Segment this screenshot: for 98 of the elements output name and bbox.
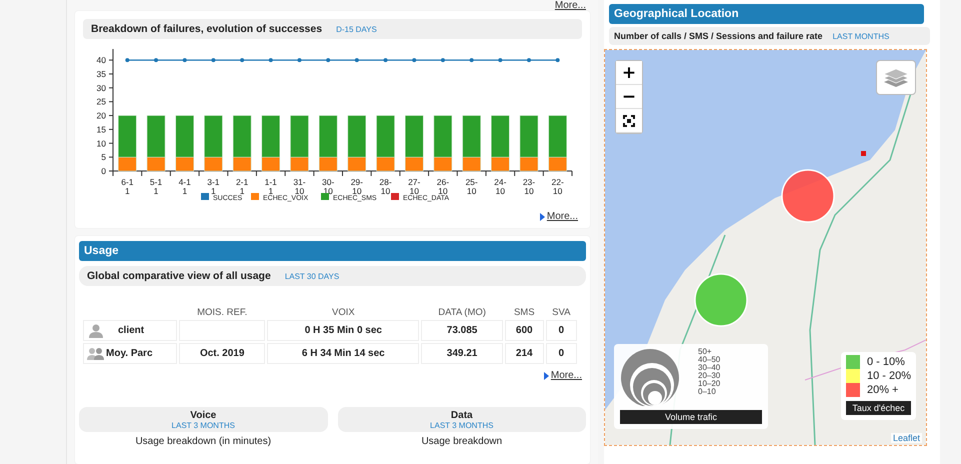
x-tick-label: 2-11 [236,177,248,196]
column-header: VOIX [332,306,355,318]
legend-label: 20% + [866,384,898,396]
x-tick-label: 1-11 [264,177,277,196]
data-point [297,58,302,62]
period-label: LAST 3 MONTHS [430,421,494,430]
table-cell: 6 H 34 Min 14 sec [267,343,420,364]
column-header: SVA [552,306,570,318]
x-tick-label: 27-10 [408,177,420,196]
section-title: Breakdown of failures, evolution of successes [91,23,322,35]
data-point [440,58,445,62]
table-cell: 0 H 35 Min 0 sec [267,320,420,341]
data-point [526,58,531,62]
zoom-in-button[interactable]: + [616,61,642,85]
x-tick-label: 24-10 [494,177,506,196]
data-point [556,58,560,62]
layers-icon [883,66,909,88]
table-cell: 600 [504,320,544,341]
arrow-icon [540,212,545,220]
x-tick-label: 31-10 [293,177,306,196]
panel-title: Voice [190,410,216,421]
legend-swatch [391,193,399,200]
more-link[interactable]: More... [546,211,578,222]
y-tick-label: 5 [101,152,106,162]
y-tick-label: 0 [101,166,106,176]
x-tick-label: 25-10 [465,177,478,196]
y-tick-label: 10 [96,138,106,148]
attribution-link[interactable]: Leaflet [890,433,922,443]
x-tick-label: 5-11 [150,177,162,196]
data-point [211,58,216,62]
period-label: LAST 3 MONTHS [172,421,235,430]
x-tick-label: 4-11 [178,177,191,196]
legend-label: 10 - 20% [866,370,911,382]
data-point [240,58,244,62]
data-point [125,58,130,62]
data-point [182,58,187,62]
x-tick-label: 23-10 [522,177,536,196]
people-icon [86,346,106,360]
table-cell: 0 [546,343,577,364]
column-header: DATA (MO) [438,306,486,318]
table-cell: 73.085 [421,320,503,341]
table-cell: 349.21 [421,343,503,364]
arrow-icon [544,372,549,380]
data-point [354,58,359,62]
panel-title: Data [450,410,473,421]
y-tick-label: 20 [96,110,106,121]
legend-title: Volume trafic [620,410,762,424]
data-point [326,58,330,62]
x-tick-label: 26-10 [436,177,450,196]
legend-swatch [321,193,329,200]
more-link[interactable]: More... [550,370,582,381]
table-cell: Oct. 2019 [179,343,266,364]
y-tick-label: 40 [96,55,106,66]
panel-caption: Usage breakdown (in minutes) [135,436,272,447]
data-point [498,58,502,62]
y-tick-label: 35 [96,68,106,79]
fullscreen-icon [623,114,635,126]
legend-label: 20–30 [698,372,720,380]
legend-label: 50+ [698,348,713,356]
section-title: Usage [84,245,119,257]
legend-swatch [251,193,259,200]
row-label: client [118,325,144,336]
y-tick-label: 15 [96,124,106,134]
x-tick-label: 22-10 [552,177,564,196]
period-label: LAST 30 DAYS [284,272,340,280]
x-tick-label: 28-10 [379,177,392,196]
map-view[interactable]: + − 50+ 40–50 30–40 20–30 10–20 0–10 Volume trafic 0 - 10% 10 - 20% 20% + Taux d'échec Leaflet [604,49,927,446]
column-header: MOIS. REF. [197,306,248,318]
row-label: Moy. Parc [106,348,152,359]
data-point [412,58,416,62]
data-point [154,58,158,62]
layers-button[interactable] [876,60,916,95]
more-link[interactable]: More... [554,0,586,11]
section-title: Geographical Location [614,8,739,20]
data-point [384,58,388,62]
legend-swatch [201,193,209,200]
x-tick-label: 6-11 [121,177,134,196]
panel-caption: Usage breakdown [421,436,502,447]
legend-label: 0–10 [698,388,717,396]
data-point [268,58,273,62]
section-title: Number of calls / SMS / Sessions and failure rate [614,31,823,41]
table-cell: 214 [504,343,544,364]
legend-label: 40–50 [698,356,720,364]
legend-label: 10–20 [698,380,720,388]
section-title: Global comparative view of all usage [87,270,271,282]
y-tick-label: 25 [96,96,106,107]
period-label: LAST MONTHS [832,32,890,40]
period-label: D-15 DAYS [336,24,377,34]
x-tick-label: 3-11 [207,177,220,196]
table-cell: 0 [546,320,577,341]
legend-label: 0 - 10% [866,356,905,368]
x-tick-label: 29-10 [350,177,363,196]
legend-label: 30–40 [698,364,720,372]
legend-title: Taux d'échec [846,401,911,415]
y-tick-label: 30 [96,82,106,93]
column-header: SMS [514,306,535,318]
person-icon [86,324,106,338]
data-point [470,58,474,62]
